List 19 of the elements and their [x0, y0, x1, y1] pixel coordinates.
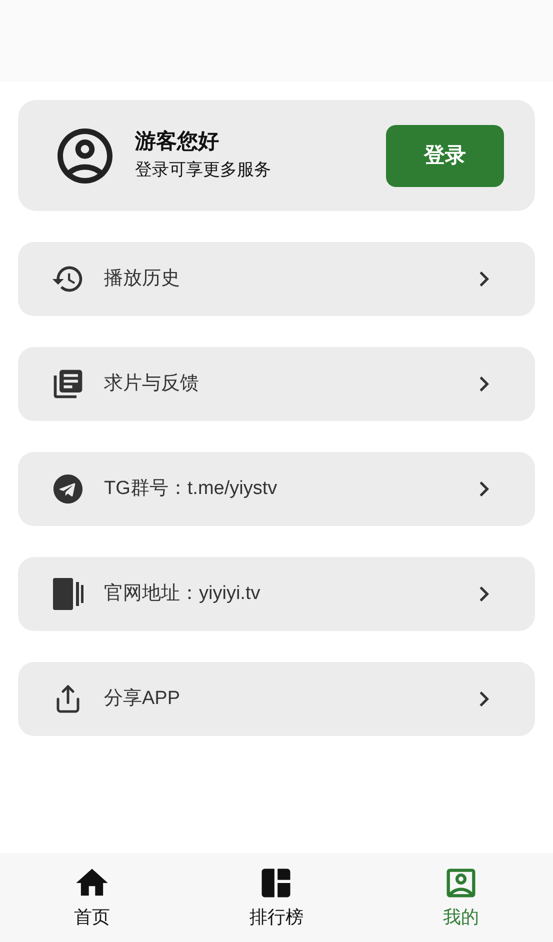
menu-label: 官网地址：yiyiyi.tv	[104, 582, 262, 606]
greeting-title: 游客您好	[135, 128, 220, 155]
menu-label: TG群号：t.me/yiystv	[104, 476, 278, 501]
greeting-subtitle: 登录可享更多服务	[135, 158, 272, 181]
nav-tab[interactable]: 我的	[368, 853, 553, 942]
nav-tab[interactable]: 首页	[0, 853, 184, 942]
login-button[interactable]: 登录	[386, 124, 504, 186]
menu-label: 求片与反馈	[104, 372, 200, 396]
menu-item[interactable]: 分享APP	[18, 662, 535, 736]
menu-label: 分享APP	[104, 686, 182, 711]
menu-item[interactable]: 求片与反馈	[18, 347, 535, 421]
menu-item[interactable]: 播放历史	[18, 242, 535, 316]
menu-item[interactable]: TG群号：t.me/yiystv	[18, 452, 535, 526]
phone-icon	[52, 577, 84, 611]
paper-plane-icon	[53, 474, 83, 504]
menu-label: 播放历史	[104, 266, 181, 291]
nav-tab[interactable]: 排行榜	[184, 853, 369, 942]
document-icon	[51, 367, 85, 401]
menu-item[interactable]: 官网地址：yiyiyi.tv	[18, 557, 535, 631]
